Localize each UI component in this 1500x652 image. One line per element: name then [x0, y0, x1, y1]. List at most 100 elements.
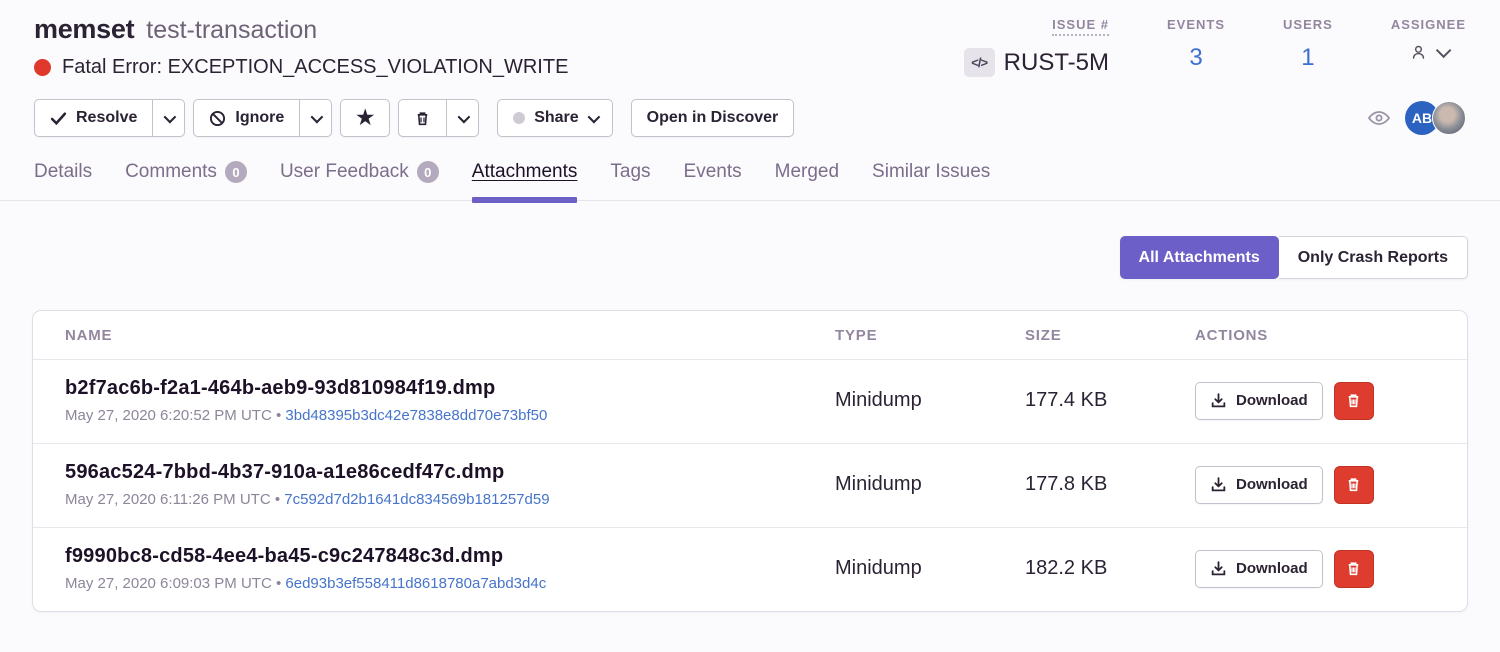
- events-count[interactable]: 3: [1189, 44, 1202, 72]
- table-header-row: NAME TYPE SIZE ACTIONS: [33, 311, 1467, 359]
- download-label: Download: [1236, 476, 1308, 493]
- issue-number-label: ISSUE #: [1052, 17, 1109, 36]
- tab-label: Events: [684, 161, 742, 183]
- attachment-type: Minidump: [835, 557, 1025, 580]
- table-row: 596ac524-7bbd-4b37-910a-a1e86cedf47c.dmp…: [33, 443, 1467, 527]
- attachment-size: 177.8 KB: [1025, 473, 1195, 496]
- attachment-filter-toggle: All Attachments Only Crash Reports: [1120, 236, 1468, 279]
- resolve-button[interactable]: Resolve: [35, 100, 152, 136]
- share-button[interactable]: Share: [497, 99, 612, 137]
- ignore-label: Ignore: [235, 109, 284, 127]
- column-header-size: SIZE: [1025, 327, 1195, 344]
- attachment-date: May 27, 2020 6:11:26 PM UTC: [65, 491, 271, 508]
- issue-stats: ISSUE # </> RUST-5M EVENTS 3 USERS 1 ASS…: [964, 14, 1466, 79]
- chevron-down-icon: [1436, 43, 1452, 59]
- error-message: Fatal Error: EXCEPTION_ACCESS_VIOLATION_…: [62, 56, 568, 79]
- open-in-discover-button[interactable]: Open in Discover: [631, 99, 795, 137]
- download-icon: [1210, 476, 1227, 493]
- attachment-meta: May 27, 2020 6:09:03 PM UTC • 6ed93b3ef5…: [65, 575, 835, 592]
- users-label: USERS: [1283, 17, 1333, 32]
- bookmark-button[interactable]: ★: [340, 99, 390, 137]
- meta-separator: •: [276, 407, 281, 424]
- trash-icon: [1345, 476, 1362, 493]
- stat-users: USERS 1: [1283, 17, 1333, 79]
- viewers: AB: [1367, 101, 1466, 135]
- tab-attachments[interactable]: Attachments: [472, 161, 578, 200]
- download-button[interactable]: Download: [1195, 550, 1323, 588]
- assignee-label: ASSIGNEE: [1391, 17, 1466, 32]
- trash-icon: [1345, 560, 1362, 577]
- download-button[interactable]: Download: [1195, 466, 1323, 504]
- tab-label: User Feedback: [280, 161, 409, 183]
- avatar[interactable]: [1432, 101, 1466, 135]
- trash-icon: [414, 110, 431, 127]
- filter-all-attachments-button[interactable]: All Attachments: [1120, 236, 1279, 279]
- event-id-link[interactable]: 3bd48395b3dc42e7838e8dd70e73bf50: [285, 407, 547, 424]
- eye-icon: [1367, 106, 1391, 130]
- tab-tags[interactable]: Tags: [610, 161, 650, 200]
- attachment-meta: May 27, 2020 6:11:26 PM UTC • 7c592d7d2b…: [65, 491, 835, 508]
- trash-icon: [1345, 392, 1362, 409]
- chevron-down-icon: [164, 110, 177, 123]
- user-icon: [1410, 44, 1427, 61]
- issue-tabs: Details Comments0 User Feedback0 Attachm…: [34, 161, 1466, 200]
- attachment-filename: 596ac524-7bbd-4b37-910a-a1e86cedf47c.dmp: [65, 461, 835, 484]
- attachment-date: May 27, 2020 6:09:03 PM UTC: [65, 575, 272, 592]
- attachment-filter-row: All Attachments Only Crash Reports: [0, 201, 1500, 279]
- tab-similar-issues[interactable]: Similar Issues: [872, 161, 990, 200]
- attachment-type: Minidump: [835, 473, 1025, 496]
- check-icon: [50, 110, 67, 127]
- column-header-name: NAME: [65, 327, 835, 344]
- attachment-size: 182.2 KB: [1025, 557, 1195, 580]
- attachment-actions: Download: [1195, 466, 1435, 504]
- share-label: Share: [534, 109, 578, 127]
- attachment-actions: Download: [1195, 550, 1435, 588]
- attachment-meta: May 27, 2020 6:20:52 PM UTC • 3bd48395b3…: [65, 407, 835, 424]
- tab-comments[interactable]: Comments0: [125, 161, 247, 200]
- stat-issue-number: ISSUE # </> RUST-5M: [964, 17, 1109, 79]
- attachment-filename: b2f7ac6b-f2a1-464b-aeb9-93d810984f19.dmp: [65, 377, 835, 400]
- tab-label: Similar Issues: [872, 161, 990, 183]
- filter-only-crash-reports-button[interactable]: Only Crash Reports: [1279, 236, 1468, 279]
- issue-title-block: memset test-transaction Fatal Error: EXC…: [34, 14, 568, 79]
- delete-dropdown-button[interactable]: [446, 100, 478, 136]
- ignore-dropdown-button[interactable]: [299, 100, 331, 136]
- action-buttons: Resolve Ignore ★ Share Open in Discover: [34, 99, 794, 137]
- ignore-button-group: Ignore: [193, 99, 332, 137]
- code-icon: </>: [964, 48, 995, 77]
- ignore-button[interactable]: Ignore: [194, 100, 299, 136]
- discover-label: Open in Discover: [647, 109, 779, 127]
- attachment-filename: f9990bc8-cd58-4ee4-ba45-c9c247848c3d.dmp: [65, 545, 835, 568]
- stat-events: EVENTS 3: [1167, 17, 1225, 79]
- delete-attachment-button[interactable]: [1334, 382, 1374, 420]
- error-level-dot: [34, 59, 51, 76]
- delete-attachment-button[interactable]: [1334, 550, 1374, 588]
- project-name: memset: [34, 14, 134, 45]
- assignee-selector[interactable]: [1410, 44, 1447, 61]
- tab-user-feedback[interactable]: User Feedback0: [280, 161, 439, 200]
- attachment-name-cell: 596ac524-7bbd-4b37-910a-a1e86cedf47c.dmp…: [65, 461, 835, 508]
- delete-attachment-button[interactable]: [1334, 466, 1374, 504]
- attachments-table: NAME TYPE SIZE ACTIONS b2f7ac6b-f2a1-464…: [32, 310, 1468, 612]
- issue-header: memset test-transaction Fatal Error: EXC…: [0, 0, 1500, 79]
- tab-label: Tags: [610, 161, 650, 183]
- tab-details[interactable]: Details: [34, 161, 92, 200]
- chevron-down-icon: [587, 110, 600, 123]
- resolve-dropdown-button[interactable]: [152, 100, 184, 136]
- event-id-link[interactable]: 6ed93b3ef558411d8618780a7abd3d4c: [285, 575, 546, 592]
- tab-merged[interactable]: Merged: [775, 161, 839, 200]
- tab-events[interactable]: Events: [684, 161, 742, 200]
- issue-number-value[interactable]: </> RUST-5M: [964, 48, 1109, 77]
- tab-label: Attachments: [472, 161, 578, 183]
- table-row: f9990bc8-cd58-4ee4-ba45-c9c247848c3d.dmp…: [33, 527, 1467, 611]
- avatar-stack: AB: [1405, 101, 1466, 135]
- events-label: EVENTS: [1167, 17, 1225, 32]
- title-line: memset test-transaction: [34, 14, 568, 45]
- action-toolbar: Resolve Ignore ★ Share Open in Discover: [0, 79, 1500, 137]
- event-id-link[interactable]: 7c592d7d2b1641dc834569b181257d59: [284, 491, 549, 508]
- ban-icon: [209, 110, 226, 127]
- users-count[interactable]: 1: [1301, 44, 1314, 72]
- download-button[interactable]: Download: [1195, 382, 1323, 420]
- issue-short-id: RUST-5M: [1004, 49, 1109, 77]
- delete-issue-button[interactable]: [399, 100, 446, 136]
